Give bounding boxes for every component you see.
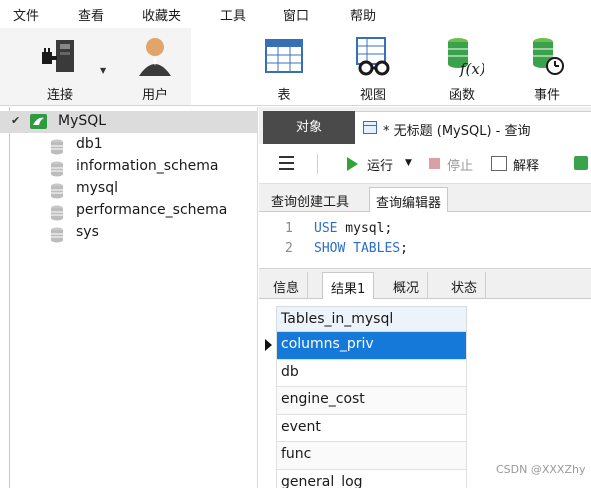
- menu-file[interactable]: 文件: [13, 5, 39, 24]
- connection-button[interactable]: 连接: [25, 28, 95, 105]
- sql-keyword: USE: [314, 221, 338, 236]
- table-row[interactable]: columns_priv: [265, 332, 467, 360]
- user-label: 用户: [141, 88, 168, 103]
- chevron-down-icon[interactable]: ✔: [11, 114, 20, 127]
- code-line: SHOW TABLES;: [314, 241, 408, 256]
- table-row[interactable]: db: [276, 359, 467, 387]
- navicat-window: 文件 查看 收藏夹 工具 窗口 帮助 连接 ▼ 用户 表 视图 f(x) 函数 …: [0, 0, 591, 488]
- tab-status[interactable]: 状态: [443, 272, 487, 300]
- event-button[interactable]: 事件: [512, 28, 582, 105]
- menu-icon[interactable]: [279, 156, 294, 170]
- database-name: mysql: [76, 180, 118, 196]
- code-line: USE mysql;: [314, 221, 392, 236]
- database-name: db1: [76, 136, 103, 152]
- run-icon[interactable]: [347, 157, 358, 171]
- table-row[interactable]: general_log: [276, 469, 467, 488]
- row-pointer-icon: [265, 339, 272, 351]
- cell-value: general_log: [281, 473, 363, 488]
- function-button[interactable]: f(x) 函数: [427, 28, 497, 105]
- function-label: 函数: [448, 88, 475, 103]
- tab-profile[interactable]: 概况: [385, 272, 429, 300]
- connection-row-mysql[interactable]: ✔ MySQL: [0, 111, 258, 133]
- sql-keyword: SHOW TABLES: [314, 241, 401, 256]
- database-icon: [50, 183, 64, 199]
- query-table-icon: [363, 121, 377, 134]
- document-tab-bar: 对象 * 无标题 (MySQL) - 查询: [259, 107, 591, 144]
- line-number: 1: [285, 221, 293, 236]
- connection-navigator: ✔ MySQL db1 information_schema mysql per…: [0, 107, 258, 488]
- explain-button[interactable]: 解释: [513, 155, 539, 174]
- cell-value: event: [281, 418, 321, 435]
- sql-text: ;: [400, 241, 408, 256]
- result-grid: Tables_in_mysql columns_priv db engine_c…: [265, 306, 467, 488]
- cell-value: columns_priv: [281, 336, 374, 352]
- column-header[interactable]: Tables_in_mysql: [276, 306, 467, 332]
- tab-result1[interactable]: 结果1: [322, 272, 375, 300]
- sql-text: mysql;: [337, 221, 393, 236]
- line-number: 2: [285, 241, 293, 256]
- tab-query-editor[interactable]: 查询编辑器: [369, 187, 449, 212]
- event-clock-icon: [525, 34, 569, 82]
- watermark: CSDN @XXXZhy: [496, 463, 586, 476]
- table-row[interactable]: func: [276, 442, 467, 470]
- mysql-connection-icon: [30, 114, 47, 129]
- chevron-down-icon[interactable]: ▼: [405, 158, 412, 168]
- cell-value: engine_cost: [281, 391, 365, 407]
- sql-editor[interactable]: 1 USE mysql; 2 SHOW TABLES;: [259, 212, 591, 268]
- main-toolbar: 连接 ▼ 用户 表 视图 f(x) 函数 事件: [0, 28, 591, 106]
- svg-text:f(x): f(x): [459, 60, 484, 78]
- cell-value: db: [281, 363, 299, 380]
- database-name: performance_schema: [76, 202, 228, 218]
- database-icon: [50, 205, 64, 221]
- database-name: sys: [76, 224, 99, 240]
- stop-icon[interactable]: [429, 158, 440, 169]
- run-button[interactable]: 运行: [367, 155, 393, 174]
- view-label: 视图: [359, 88, 386, 103]
- table-row[interactable]: event: [276, 414, 467, 442]
- tab-objects[interactable]: 对象: [263, 111, 355, 144]
- table-icon: [262, 34, 306, 82]
- function-fx-icon: f(x): [440, 34, 486, 82]
- connection-name: MySQL: [58, 113, 107, 129]
- panel-edge: [9, 107, 10, 488]
- view-button[interactable]: 视图: [338, 28, 408, 105]
- menu-help[interactable]: 帮助: [350, 5, 376, 24]
- table-label: 表: [277, 88, 291, 103]
- explain-icon[interactable]: [491, 156, 507, 171]
- toolbar-separator: [317, 154, 318, 174]
- database-icon: [50, 139, 64, 155]
- result-tab-bar: 信息 结果1 概况 状态: [259, 268, 591, 300]
- database-name: information_schema: [76, 158, 219, 174]
- view-glasses-icon: [351, 34, 395, 82]
- menu-bar: 文件 查看 收藏夹 工具 窗口 帮助: [0, 0, 591, 28]
- table-row[interactable]: engine_cost: [276, 387, 467, 415]
- event-label: 事件: [533, 88, 560, 103]
- table-button[interactable]: 表: [249, 28, 319, 105]
- tab-info[interactable]: 信息: [265, 272, 309, 300]
- menu-tools[interactable]: 工具: [220, 5, 246, 24]
- stop-button[interactable]: 停止: [447, 155, 473, 174]
- menu-view[interactable]: 查看: [78, 5, 104, 24]
- menu-window[interactable]: 窗口: [283, 5, 309, 24]
- connection-label: 连接: [46, 88, 73, 103]
- menu-favorites[interactable]: 收藏夹: [142, 5, 181, 24]
- cell-value: func: [281, 446, 312, 462]
- chevron-down-icon[interactable]: ▼: [100, 66, 106, 75]
- database-icon: [50, 227, 64, 243]
- user-icon: [133, 34, 177, 82]
- tab-query[interactable]: * 无标题 (MySQL) - 查询: [355, 111, 591, 144]
- result-grid-area: Tables_in_mysql columns_priv db engine_c…: [259, 299, 591, 488]
- database-icon: [50, 161, 64, 177]
- add-icon[interactable]: [574, 156, 588, 170]
- tab-query-builder[interactable]: 查询创建工具: [265, 187, 355, 212]
- user-button[interactable]: 用户: [120, 28, 190, 105]
- editor-tab-bar: 查询创建工具 查询编辑器: [259, 184, 591, 212]
- plug-connection-icon: [38, 34, 82, 82]
- query-tab-title: * 无标题 (MySQL) - 查询: [383, 124, 531, 139]
- query-toolbar: 运行 ▼ 停止 解释: [259, 144, 591, 184]
